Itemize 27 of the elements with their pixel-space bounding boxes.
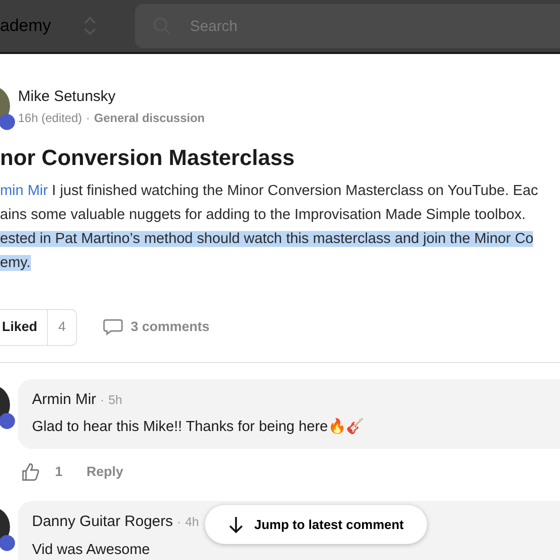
post-title: nor Conversion Masterclass [0, 144, 296, 171]
commenter-name[interactable]: Armin Mir [32, 388, 96, 412]
thumbs-up-icon[interactable] [22, 463, 39, 482]
comment-time: 5h [108, 392, 122, 409]
body-text-line: ains some valuable nuggets for adding to the Improvisation Made Simple toolbox. [0, 206, 527, 225]
comment-time: 4h [185, 514, 199, 532]
body-text-line: min Mir I just finished watching the Minor Conversion Masterclass on YouTube. Eac [0, 182, 540, 201]
post-time: 16h (edited) [18, 110, 82, 126]
commenter-name[interactable]: Danny Guitar Rogers [32, 511, 173, 534]
separator-dot: · [86, 110, 90, 126]
comment-text: Glad to hear this Mike!! Thanks for being here🔥🎸 [32, 417, 365, 438]
comment-text: Vid was Awesome [32, 540, 151, 560]
mention-link[interactable]: min Mir [0, 182, 48, 199]
category-link[interactable]: General discussion [94, 108, 205, 126]
author-name[interactable]: Mike Setunsky [18, 86, 205, 108]
comments-count[interactable]: 3 comments [130, 317, 210, 338]
level-badge [0, 412, 15, 429]
level-badge [0, 535, 15, 552]
comment-icon [102, 318, 123, 336]
like-count: 1 [55, 463, 63, 482]
jump-to-latest-button[interactable]: Jump to latest comment [205, 505, 427, 544]
level-badge [0, 114, 15, 130]
separator-dot: · [176, 514, 182, 532]
arrow-down-icon [228, 516, 244, 534]
separator-dot: · [100, 392, 104, 409]
reply-link[interactable]: Reply [86, 462, 124, 482]
like-button[interactable]: Liked 4 [0, 308, 77, 346]
